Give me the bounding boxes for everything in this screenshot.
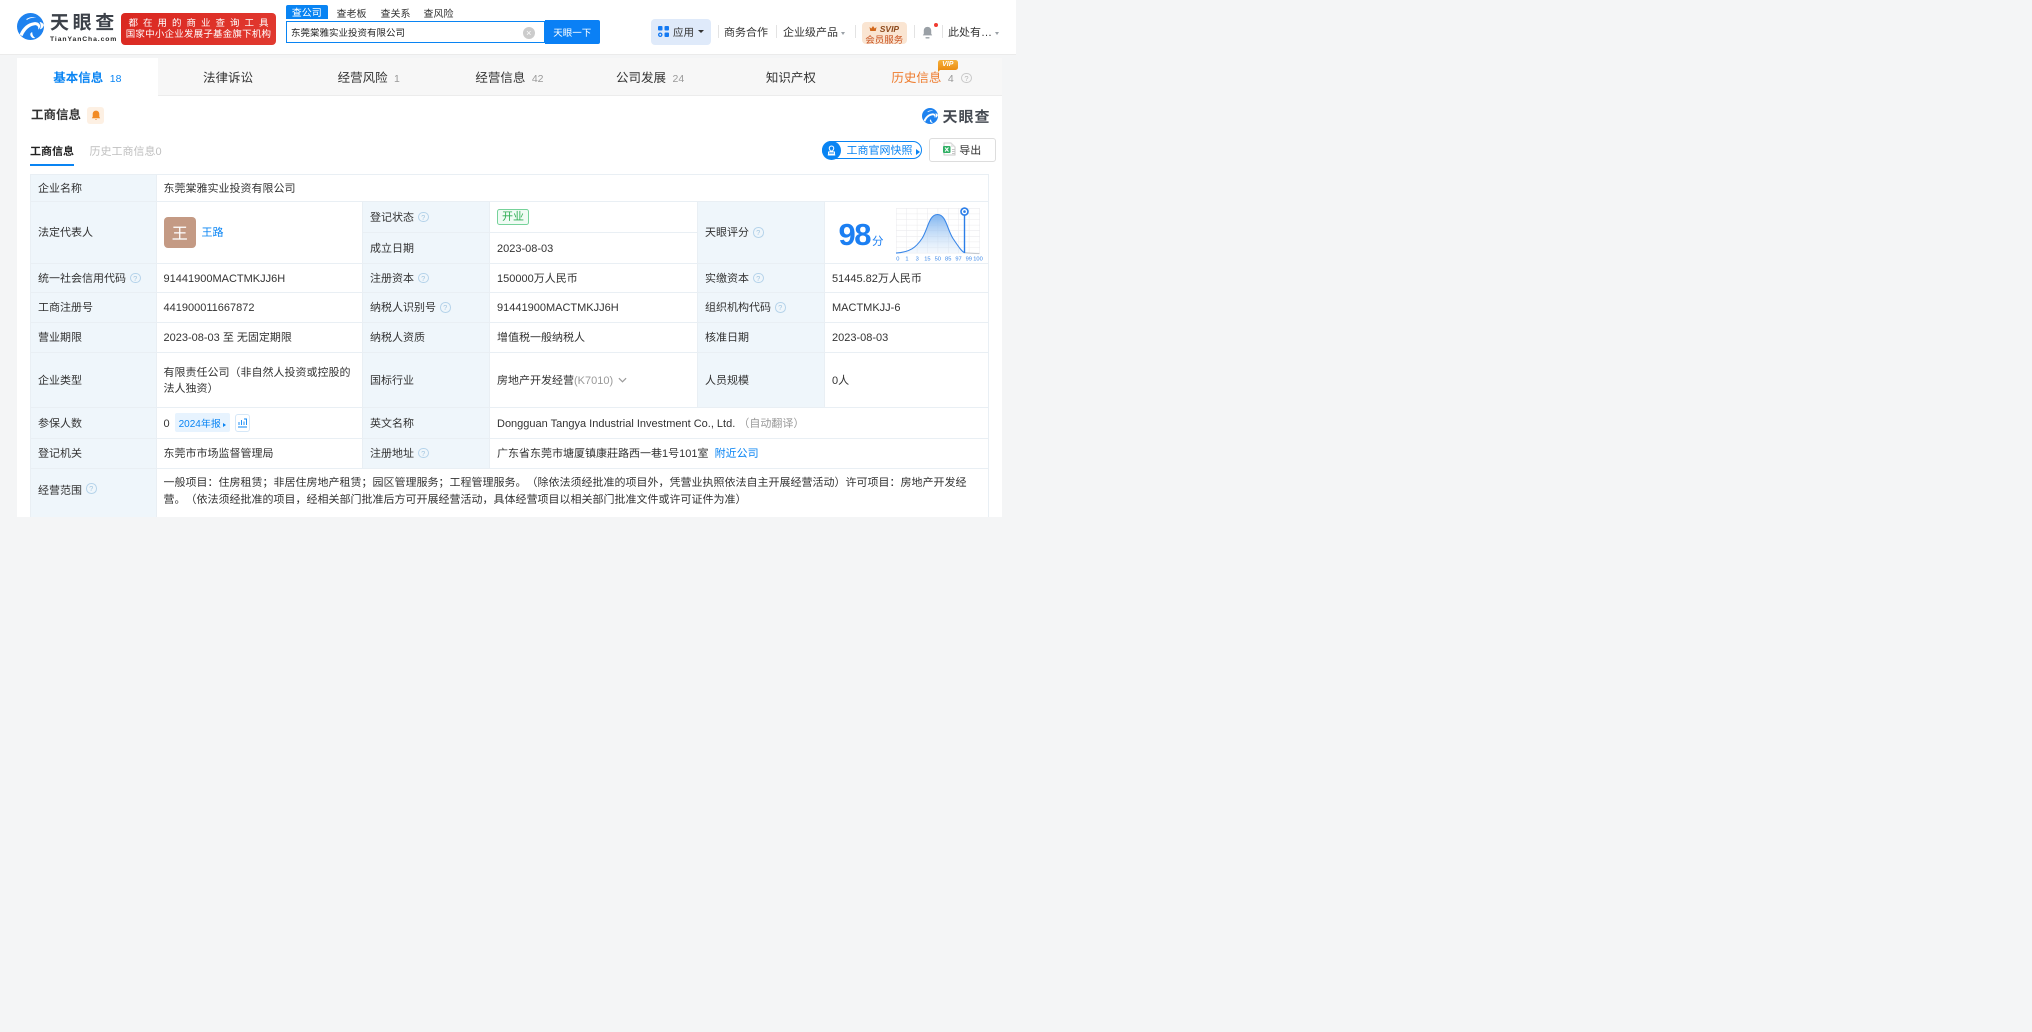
svg-text:3: 3 (915, 254, 918, 263)
svg-text:97: 97 (955, 254, 961, 263)
svg-text:0: 0 (896, 254, 899, 263)
svg-text:99: 99 (965, 254, 971, 263)
svg-text:1: 1 (905, 254, 908, 263)
svg-text:100: 100 (973, 254, 983, 263)
svg-text:85: 85 (945, 254, 951, 263)
svg-text:50: 50 (934, 254, 940, 263)
svg-text:15: 15 (924, 254, 930, 263)
